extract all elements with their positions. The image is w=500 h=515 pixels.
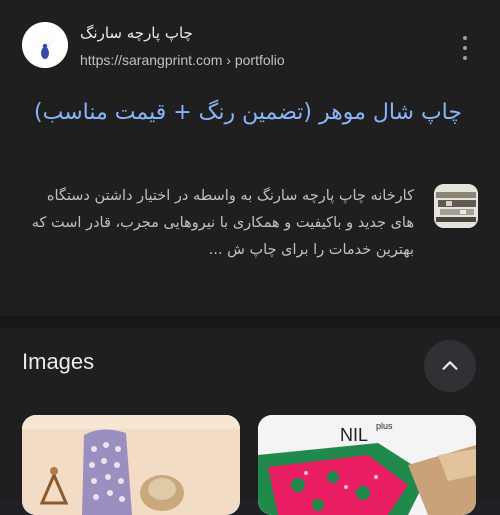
- section-divider: [0, 316, 500, 328]
- nil-logo-text: NIL: [340, 425, 368, 445]
- peacock-logo-icon: [22, 22, 68, 68]
- site-url[interactable]: https://sarangprint.com › portfolio: [80, 52, 285, 68]
- more-vert-icon[interactable]: [458, 36, 472, 60]
- site-name[interactable]: چاپ پارچه سارنگ: [80, 24, 193, 42]
- nil-logo-sup: plus: [376, 421, 393, 431]
- result-snippet: کارخانه چاپ پارچه سارنگ به واسطه در اختی…: [31, 188, 414, 258]
- images-heading: Images: [22, 349, 95, 374]
- result-title-link[interactable]: چاپ شال موهر (تضمین رنگ + قیمت مناسب): [22, 96, 462, 130]
- images-section: Images NIL plus: [0, 328, 500, 515]
- collapse-button[interactable]: [424, 340, 476, 392]
- result-source[interactable]: چاپ پارچه سارنگ https://sarangprint.com …: [22, 22, 482, 76]
- scarf-product-image[interactable]: [22, 415, 240, 515]
- chevron-up-icon: [442, 361, 458, 370]
- search-result: چاپ پارچه سارنگ https://sarangprint.com …: [0, 0, 500, 316]
- fabric-thumbnail[interactable]: [434, 184, 478, 228]
- nil-plus-fabric-image[interactable]: NIL plus: [258, 415, 476, 515]
